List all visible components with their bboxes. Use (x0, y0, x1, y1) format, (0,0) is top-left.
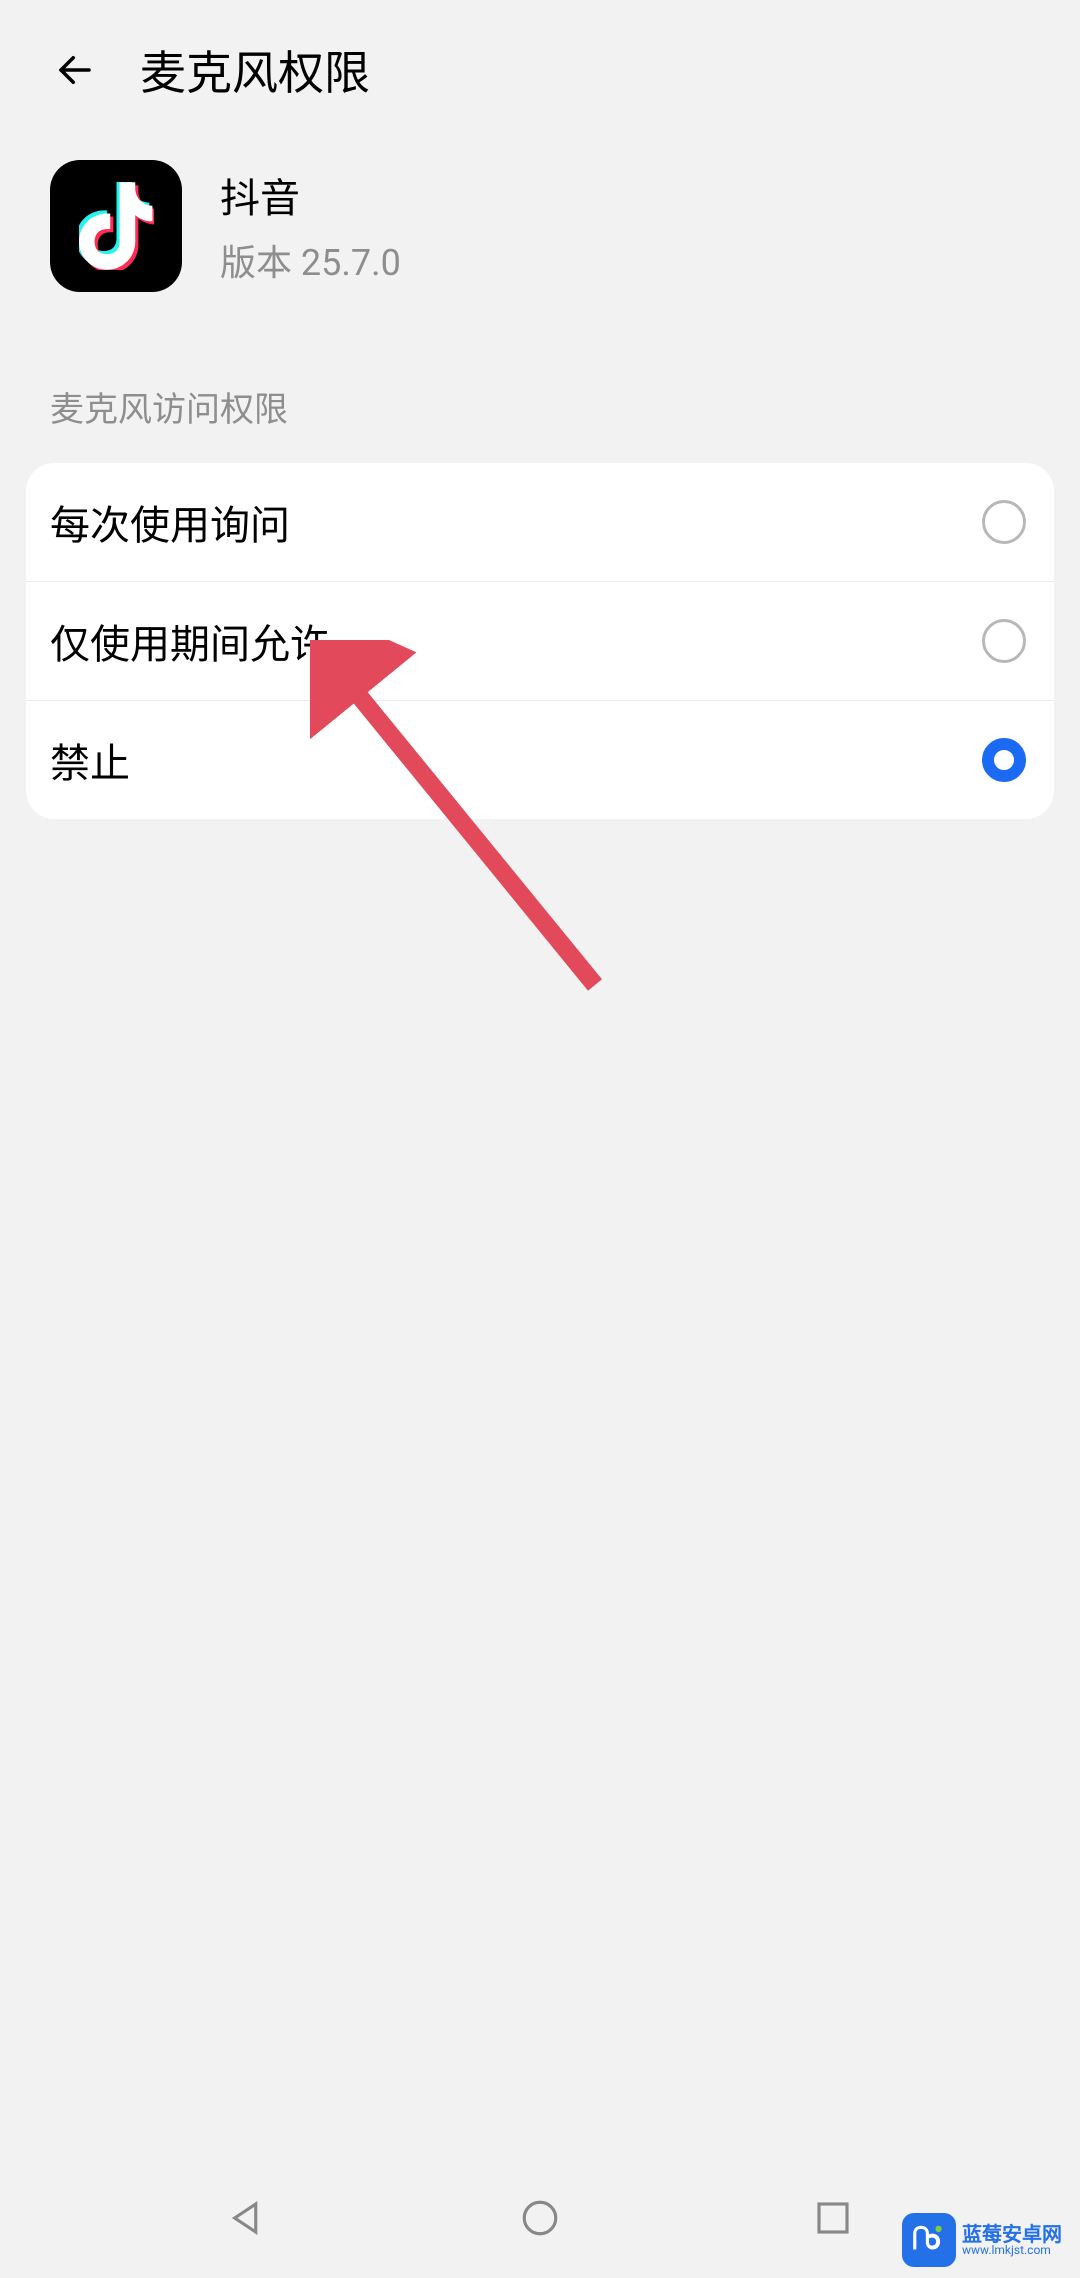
option-label: 仅使用期间允许 (50, 612, 330, 670)
watermark-icon (902, 2213, 956, 2267)
app-icon (50, 160, 182, 292)
option-label: 禁止 (50, 731, 130, 789)
nav-back-button[interactable] (226, 2197, 268, 2239)
watermark-text: 蓝莓安卓网 www.lmkjst.com (962, 2224, 1062, 2256)
page-title: 麦克风权限 (140, 37, 370, 103)
radio-unselected-icon (982, 500, 1026, 544)
nav-home-button[interactable] (519, 2197, 561, 2239)
section-label: 麦克风访问权限 (0, 352, 1080, 451)
radio-selected-icon (982, 738, 1026, 782)
watermark: 蓝莓安卓网 www.lmkjst.com (902, 2210, 1072, 2270)
back-button[interactable] (50, 45, 100, 95)
app-version: 版本 25.7.0 (220, 234, 401, 286)
circle-home-icon (519, 2197, 561, 2239)
app-name: 抖音 (220, 166, 401, 224)
option-allow-while-using[interactable]: 仅使用期间允许 (26, 582, 1054, 701)
app-text: 抖音 版本 25.7.0 (220, 166, 401, 286)
square-recent-icon (812, 2197, 854, 2239)
nav-recent-button[interactable] (812, 2197, 854, 2239)
tiktok-icon (79, 182, 154, 270)
watermark-url: www.lmkjst.com (962, 2244, 1062, 2256)
triangle-back-icon (226, 2197, 268, 2239)
app-info-section: 抖音 版本 25.7.0 (0, 130, 1080, 352)
option-ask-every-time[interactable]: 每次使用询问 (26, 463, 1054, 582)
options-card: 每次使用询问 仅使用期间允许 禁止 (26, 463, 1054, 819)
back-arrow-icon (54, 49, 96, 91)
header: 麦克风权限 (0, 0, 1080, 130)
radio-unselected-icon (982, 619, 1026, 663)
option-label: 每次使用询问 (50, 493, 290, 551)
option-deny[interactable]: 禁止 (26, 701, 1054, 819)
watermark-title: 蓝莓安卓网 (962, 2224, 1062, 2244)
